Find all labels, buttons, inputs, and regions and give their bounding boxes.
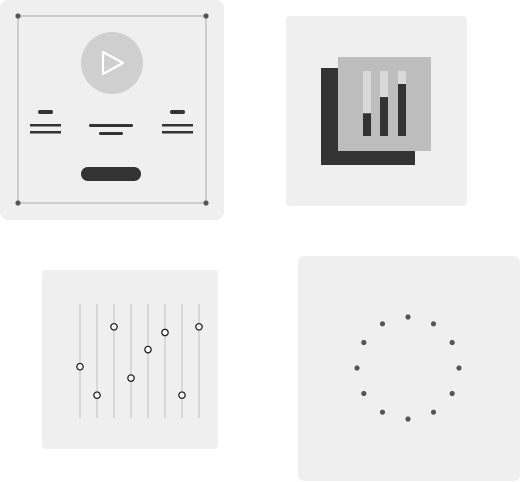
slider-handle-2 bbox=[93, 391, 101, 400]
left-text-line-1 bbox=[30, 124, 61, 127]
spinner-dot-2 bbox=[430, 321, 437, 327]
right-text-line-2 bbox=[162, 131, 193, 134]
bar-chart-card[interactable] bbox=[286, 16, 467, 206]
slider-handle-7 bbox=[178, 391, 186, 400]
bar-fill-1 bbox=[363, 113, 371, 136]
selection-handle-bottom-left bbox=[15, 200, 21, 206]
spinner-dot-3 bbox=[449, 339, 455, 346]
equalizer-card[interactable] bbox=[42, 270, 218, 449]
equalizer-sliders-icon bbox=[76, 304, 203, 418]
spinner-dot-1 bbox=[405, 314, 411, 320]
spinner-dot-5 bbox=[449, 390, 455, 397]
spinner-dot-11 bbox=[361, 339, 367, 346]
bar-fill-3 bbox=[398, 84, 406, 136]
spinner-dot-8 bbox=[379, 409, 386, 415]
loading-spinner-icon bbox=[354, 314, 462, 422]
spinner-card[interactable] bbox=[298, 256, 520, 481]
media-player-card[interactable] bbox=[0, 0, 224, 220]
slider-handle-1 bbox=[76, 362, 84, 371]
right-text-line-1 bbox=[162, 124, 193, 127]
slider-group bbox=[76, 304, 203, 418]
left-label-short bbox=[38, 110, 53, 114]
left-text-line-2 bbox=[30, 131, 61, 134]
slider-handle-6 bbox=[161, 328, 169, 337]
middle-text-line-2 bbox=[99, 132, 123, 135]
middle-text-line-1 bbox=[89, 124, 133, 127]
bar-group bbox=[363, 71, 406, 136]
icon-grid bbox=[0, 0, 520, 482]
spinner-dot-7 bbox=[405, 416, 411, 422]
selection-handle-bottom-right bbox=[203, 200, 209, 206]
slider-handle-8 bbox=[195, 322, 203, 331]
spinner-dot-9 bbox=[361, 390, 367, 397]
selection-handle-top-right bbox=[203, 13, 209, 19]
spinner-dot-6 bbox=[430, 409, 437, 415]
slider-handle-4 bbox=[127, 374, 135, 382]
media-player-icon bbox=[15, 13, 209, 206]
spinner-dot-10 bbox=[354, 365, 360, 371]
spinner-dot-group bbox=[354, 314, 462, 422]
slider-handle-3 bbox=[110, 322, 118, 331]
spinner-dot-12 bbox=[379, 321, 386, 327]
play-button-circle bbox=[81, 32, 143, 94]
action-pill-button bbox=[81, 167, 141, 181]
stacked-bar-chart-icon bbox=[321, 57, 431, 165]
bar-fill-2 bbox=[380, 97, 388, 136]
right-label-short bbox=[170, 110, 185, 114]
selection-handle-top-left bbox=[15, 13, 21, 19]
slider-handle-5 bbox=[144, 345, 152, 354]
spinner-dot-4 bbox=[456, 365, 462, 371]
